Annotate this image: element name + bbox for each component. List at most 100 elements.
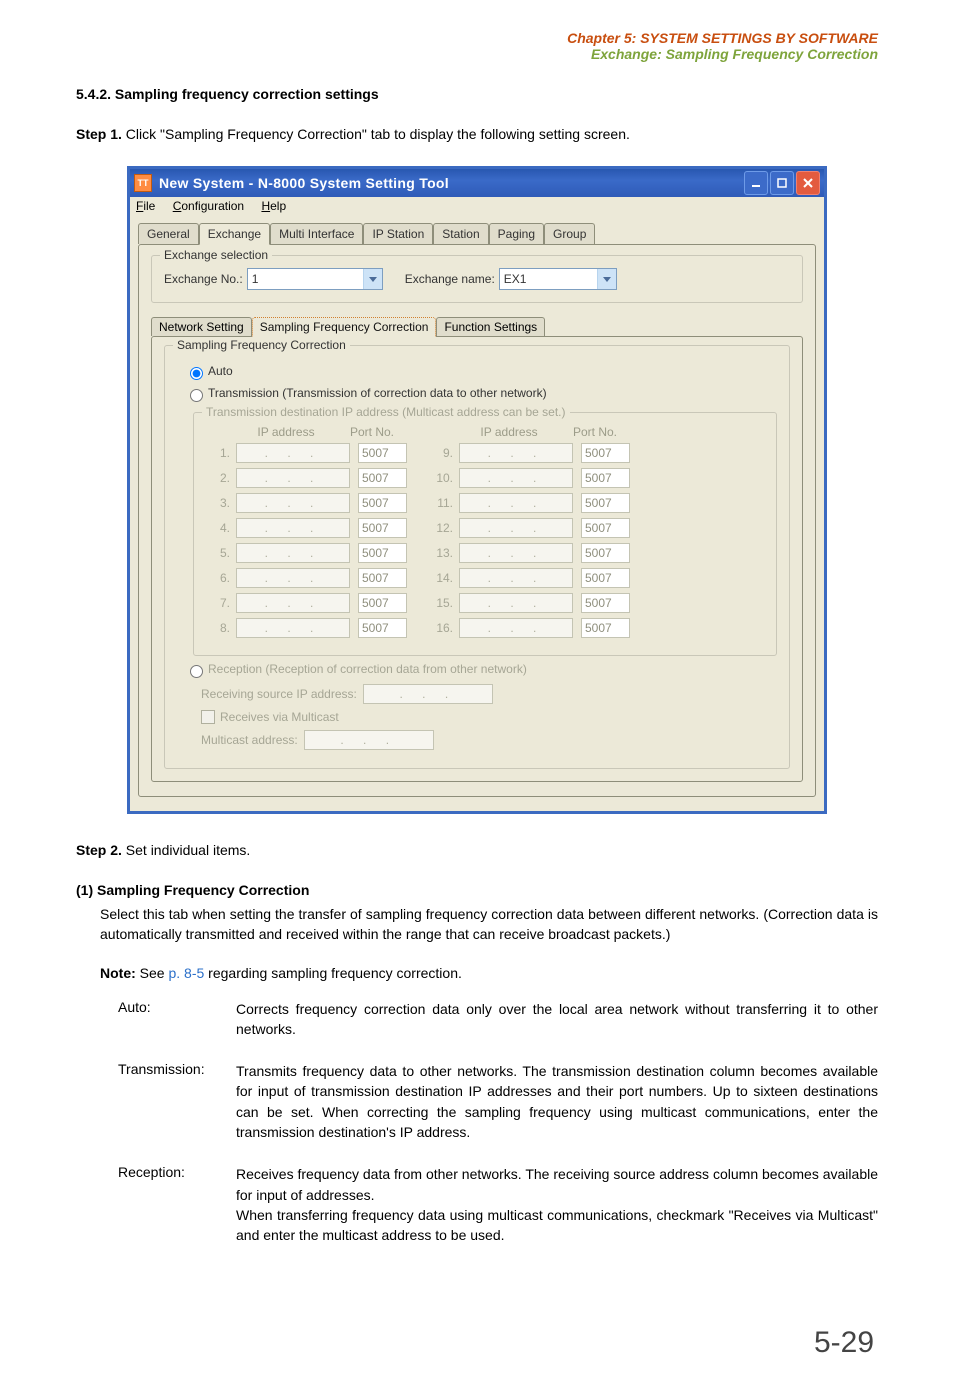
port-field[interactable]: 5007: [358, 468, 407, 488]
def-rx-text: Receives frequency data from other netwo…: [236, 1164, 878, 1245]
ip-field[interactable]: . . .: [236, 518, 350, 538]
port-field[interactable]: 5007: [581, 518, 630, 538]
ip-field[interactable]: . . .: [236, 618, 350, 638]
port-field[interactable]: 5007: [581, 618, 630, 638]
dest-row: 9.. . .5007: [429, 443, 630, 463]
tab-ip-station[interactable]: IP Station: [363, 223, 433, 244]
dest-row: 15.. . .5007: [429, 593, 630, 613]
note-link[interactable]: p. 8-5: [168, 965, 204, 981]
row-num: 12.: [429, 521, 459, 535]
ip-field[interactable]: . . .: [236, 443, 350, 463]
port-field[interactable]: 5007: [358, 493, 407, 513]
dest-col-right: IP addressPort No. 9.. . .500710.. . .50…: [429, 425, 630, 643]
def-auto-text: Corrects frequency correction data only …: [236, 999, 878, 1040]
radio-transmission-row[interactable]: Transmission (Transmission of correction…: [185, 386, 777, 402]
port-field[interactable]: 5007: [358, 443, 407, 463]
port-field[interactable]: 5007: [358, 618, 407, 638]
close-button[interactable]: [796, 171, 820, 195]
menu-help[interactable]: Help: [261, 199, 286, 213]
maximize-button[interactable]: [770, 171, 794, 195]
port-field[interactable]: 5007: [358, 518, 407, 538]
radio-auto-row[interactable]: Auto: [185, 364, 777, 380]
radio-transmission-label: Transmission (Transmission of correction…: [208, 386, 547, 400]
titlebar: TT New System - N-8000 System Setting To…: [130, 169, 824, 197]
exchange-name-select[interactable]: EX1: [499, 268, 617, 290]
exchange-selection-group: Exchange selection Exchange No.: 1 Excha…: [151, 255, 803, 303]
port-field[interactable]: 5007: [358, 543, 407, 563]
port-field[interactable]: 5007: [581, 543, 630, 563]
tab-exchange[interactable]: Exchange: [199, 223, 270, 245]
row-num: 11.: [429, 496, 459, 510]
ip-field[interactable]: . . .: [236, 568, 350, 588]
row-num: 7.: [206, 596, 236, 610]
tab-group[interactable]: Group: [544, 223, 595, 244]
menu-file[interactable]: File: [136, 199, 155, 213]
rx-multicast-addr-label: Multicast address:: [201, 733, 298, 747]
ip-field[interactable]: . . .: [459, 468, 573, 488]
col-ip-header: IP address: [453, 425, 565, 439]
rx-multicast-checkbox[interactable]: [201, 710, 215, 724]
dest-row: 13.. . .5007: [429, 543, 630, 563]
port-field[interactable]: 5007: [581, 468, 630, 488]
col-port-header: Port No.: [573, 425, 617, 439]
radio-reception[interactable]: [190, 665, 203, 678]
step-1: Step 1. Click "Sampling Frequency Correc…: [76, 126, 878, 142]
tab-paging[interactable]: Paging: [489, 223, 544, 244]
ip-field[interactable]: . . .: [236, 593, 350, 613]
port-field[interactable]: 5007: [581, 568, 630, 588]
ip-field[interactable]: . . .: [459, 543, 573, 563]
radio-auto[interactable]: [190, 367, 203, 380]
port-field[interactable]: 5007: [581, 443, 630, 463]
chapter-line2: Exchange: Sampling Frequency Correction: [76, 46, 878, 62]
radio-transmission[interactable]: [190, 389, 203, 402]
def-auto-label: Auto:: [118, 999, 236, 1040]
dest-row: 1.. . . 5007: [206, 443, 407, 463]
tab-general[interactable]: General: [138, 223, 199, 244]
dest-row: 10.. . .5007: [429, 468, 630, 488]
dest-row: 2.. . . 5007: [206, 468, 407, 488]
ip-field[interactable]: . . .: [459, 618, 573, 638]
ip-field[interactable]: . . .: [236, 468, 350, 488]
ip-field[interactable]: . . .: [459, 493, 573, 513]
col-ip-header: IP address: [230, 425, 342, 439]
subtab-function-settings[interactable]: Function Settings: [436, 317, 545, 336]
menu-configuration[interactable]: Configuration: [173, 199, 244, 213]
tab-station[interactable]: Station: [433, 223, 488, 244]
tab-multi-interface[interactable]: Multi Interface: [270, 223, 363, 244]
row-num: 1.: [206, 446, 236, 460]
defn-body: Select this tab when setting the transfe…: [100, 904, 878, 945]
dest-row: 16.. . .5007: [429, 618, 630, 638]
subtab-sampling-frequency-correction[interactable]: Sampling Frequency Correction: [252, 317, 437, 337]
step-2-text: Set individual items.: [122, 842, 250, 858]
row-num: 5.: [206, 546, 236, 560]
ip-field[interactable]: . . .: [459, 568, 573, 588]
port-field[interactable]: 5007: [581, 593, 630, 613]
ip-field[interactable]: . . .: [236, 493, 350, 513]
row-num: 2.: [206, 471, 236, 485]
port-field[interactable]: 5007: [358, 593, 407, 613]
minimize-button[interactable]: [744, 171, 768, 195]
rx-src-ip-field[interactable]: . . .: [363, 684, 493, 704]
rx-multicast-addr-field[interactable]: . . .: [304, 730, 434, 750]
page-number: 5-29: [0, 1288, 954, 1384]
step-2-label: Step 2.: [76, 842, 122, 858]
app-icon: TT: [134, 174, 152, 192]
row-num: 6.: [206, 571, 236, 585]
port-field[interactable]: 5007: [581, 493, 630, 513]
sfc-legend: Sampling Frequency Correction: [173, 338, 350, 352]
row-num: 3.: [206, 496, 236, 510]
port-field[interactable]: 5007: [358, 568, 407, 588]
ip-field[interactable]: . . .: [459, 443, 573, 463]
dest-row: 7.. . . 5007: [206, 593, 407, 613]
radio-reception-row[interactable]: Reception (Reception of correction data …: [185, 662, 777, 678]
ip-field[interactable]: . . .: [236, 543, 350, 563]
sfc-group: Sampling Frequency Correction Auto Trans…: [164, 345, 790, 769]
ip-field[interactable]: . . .: [459, 518, 573, 538]
row-num: 4.: [206, 521, 236, 535]
chapter-header: Chapter 5: SYSTEM SETTINGS BY SOFTWARE E…: [76, 30, 878, 62]
exchange-no-select[interactable]: 1: [247, 268, 383, 290]
ip-field[interactable]: . . .: [459, 593, 573, 613]
rx-multicast-label: Receives via Multicast: [220, 710, 339, 724]
subtab-network-setting[interactable]: Network Setting: [151, 317, 252, 336]
exchange-no-label: Exchange No.:: [164, 272, 243, 286]
